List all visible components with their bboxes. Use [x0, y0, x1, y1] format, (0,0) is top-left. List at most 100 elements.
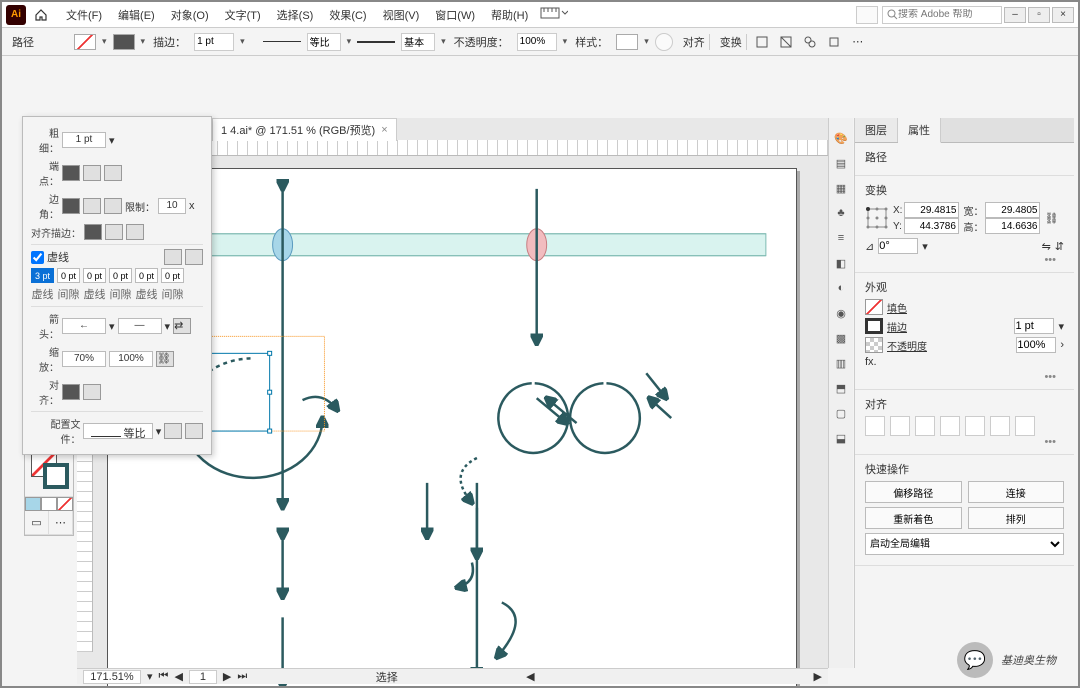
dock-appearance-icon[interactable]: ◉	[831, 303, 851, 323]
arrow-extend[interactable]	[62, 384, 80, 400]
dock-color-icon[interactable]: 🎨	[831, 128, 851, 148]
menu-view[interactable]: 视图(V)	[375, 7, 428, 23]
dock-layers-icon[interactable]: ▥	[831, 353, 851, 373]
artboard-index[interactable]: 1	[189, 670, 217, 684]
dashed-check[interactable]	[31, 251, 44, 264]
dock-gradient-icon[interactable]: ◧	[831, 253, 851, 273]
align-left[interactable]	[865, 416, 885, 436]
align-inside[interactable]	[105, 224, 123, 240]
mask-icon[interactable]	[777, 33, 795, 51]
distribute[interactable]	[1015, 416, 1035, 436]
gap-1[interactable]	[57, 268, 80, 283]
scroll-left-icon[interactable]: ◀	[526, 670, 534, 683]
y-input[interactable]	[904, 218, 959, 234]
nav-next-icon[interactable]: ▶	[223, 670, 231, 683]
dash-pattern-aligned[interactable]	[164, 249, 182, 265]
dock-swatches-icon[interactable]: ▤	[831, 153, 851, 173]
dock-symbols-icon[interactable]: ♣	[831, 203, 851, 223]
cap-round[interactable]	[83, 165, 101, 181]
document-setup-icon[interactable]	[856, 6, 878, 24]
dock-brushes-icon[interactable]: ▦	[831, 178, 851, 198]
dash-pattern-exact[interactable]	[185, 249, 203, 265]
dock-stroke-icon[interactable]: ≡	[831, 228, 851, 248]
flip-v-icon[interactable]: ⇵	[1055, 240, 1064, 253]
flip-h-icon[interactable]: ⇋	[1042, 240, 1051, 253]
arrow-start[interactable]: ←	[62, 318, 106, 334]
scale-end[interactable]: 100%	[109, 351, 153, 367]
fill-swatch[interactable]	[74, 34, 96, 50]
join-round[interactable]	[83, 198, 101, 214]
cap-butt[interactable]	[62, 165, 80, 181]
stroke-weight-prop[interactable]	[1014, 318, 1054, 334]
zoom-display[interactable]: 171.51%	[83, 670, 141, 684]
nav-first-icon[interactable]: ⏮	[159, 670, 169, 683]
profile-2[interactable]	[401, 33, 435, 51]
align-outside[interactable]	[126, 224, 144, 240]
stroke-swatch[interactable]	[113, 34, 135, 50]
gap-3[interactable]	[161, 268, 184, 283]
arrange-btn[interactable]: 排列	[968, 507, 1065, 529]
gap-2[interactable]	[109, 268, 132, 283]
more-icon[interactable]: ⋯	[849, 33, 867, 51]
opacity-prop[interactable]	[1016, 337, 1056, 353]
dash-3[interactable]	[135, 268, 158, 283]
gradient-swatch[interactable]	[41, 497, 57, 511]
opacity-swatch-prop[interactable]	[865, 337, 883, 353]
scale-start[interactable]: 70%	[62, 351, 106, 367]
connect-btn[interactable]: 连接	[968, 481, 1065, 503]
menu-help[interactable]: 帮助(H)	[483, 7, 536, 23]
menu-edit[interactable]: 编辑(E)	[110, 7, 163, 23]
transform-more-icon[interactable]: •••	[865, 254, 1064, 266]
link-wh-icon[interactable]: ⛓	[1044, 212, 1058, 225]
none-swatch[interactable]	[57, 497, 73, 511]
stroke-link[interactable]: 描边	[887, 319, 907, 334]
dock-asset-export-icon[interactable]: ⬒	[831, 378, 851, 398]
fill-swatch-prop[interactable]	[865, 299, 883, 315]
opacity-link[interactable]: 不透明度	[887, 338, 927, 353]
color-swatch[interactable]	[25, 497, 41, 511]
tab-close-icon[interactable]: ×	[381, 124, 387, 136]
tab-properties[interactable]: 属性	[898, 118, 941, 143]
align-right[interactable]	[915, 416, 935, 436]
recolor-icon[interactable]	[655, 33, 673, 51]
menu-file[interactable]: 文件(F)	[58, 7, 110, 23]
shape-icon[interactable]	[825, 33, 843, 51]
home-icon[interactable]	[32, 6, 50, 24]
screen-mode[interactable]: ▭	[25, 511, 49, 535]
profile-1[interactable]	[307, 33, 341, 51]
stroke-color[interactable]	[43, 463, 69, 489]
miter-limit[interactable]: 10	[158, 198, 186, 214]
search-box[interactable]	[882, 6, 1002, 24]
document-tab[interactable]: 1 4.ai* @ 171.51 % (RGB/预览) ×	[212, 118, 397, 141]
stroke-weight-input[interactable]	[194, 33, 234, 51]
align-link[interactable]: 对齐	[679, 34, 710, 50]
scale-link-icon[interactable]: ⛓	[156, 351, 174, 367]
transform-link[interactable]: 变换	[716, 34, 747, 50]
dock-libraries-icon[interactable]: ⬓	[831, 428, 851, 448]
offset-path-btn[interactable]: 偏移路径	[865, 481, 962, 503]
align-vcenter[interactable]	[965, 416, 985, 436]
recolor-btn[interactable]: 重新着色	[865, 507, 962, 529]
tab-layers[interactable]: 图层	[855, 118, 898, 142]
weight-input[interactable]: 1 pt	[62, 132, 106, 148]
rot-input[interactable]	[878, 238, 918, 254]
edit-toolbar[interactable]: ⋯	[49, 511, 73, 535]
cap-square[interactable]	[104, 165, 122, 181]
align-more-icon[interactable]: •••	[865, 436, 1064, 448]
menu-type[interactable]: 文字(T)	[217, 7, 269, 23]
window-close[interactable]: ×	[1052, 7, 1074, 23]
menu-object[interactable]: 对象(O)	[163, 7, 217, 23]
join-miter[interactable]	[62, 198, 80, 214]
align-center[interactable]	[84, 224, 102, 240]
measure-dropdown[interactable]	[540, 5, 568, 24]
arrow-swap-icon[interactable]: ⇄	[173, 318, 191, 334]
dash-2[interactable]	[83, 268, 106, 283]
global-edit-select[interactable]: 启动全局编辑	[865, 533, 1064, 555]
appearance-more-icon[interactable]: •••	[865, 371, 1064, 383]
align-top[interactable]	[940, 416, 960, 436]
menu-effect[interactable]: 效果(C)	[321, 7, 374, 23]
search-input[interactable]	[898, 9, 988, 20]
join-bevel[interactable]	[104, 198, 122, 214]
window-maximize[interactable]: ▫	[1028, 7, 1050, 23]
nav-prev-icon[interactable]: ◀	[174, 670, 182, 683]
